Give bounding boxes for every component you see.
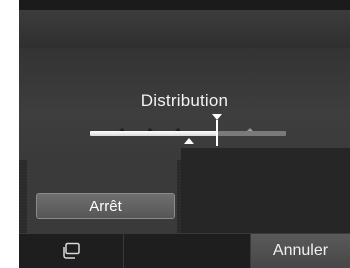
cancel-softkey[interactable]: Annuler (251, 234, 350, 268)
setting-title: Distribution (140, 91, 229, 110)
right-panel (181, 148, 350, 233)
slider-track-empty (218, 131, 286, 136)
off-button[interactable]: Arrêt (36, 193, 175, 219)
slider-tick (147, 128, 153, 131)
slider-handle[interactable] (216, 120, 218, 146)
slider-default-marker (184, 138, 194, 144)
distribution-slider[interactable] (90, 112, 286, 148)
softkey-bar: Annuler (19, 233, 350, 268)
softkey-left[interactable] (19, 234, 124, 268)
device-screen: Distribution Arrêt Annuler (19, 0, 350, 268)
top-band (19, 0, 350, 10)
header-band (19, 10, 350, 49)
slider-tick (247, 128, 253, 131)
slider-tick (119, 128, 125, 131)
slider-track-filled (90, 131, 218, 136)
softkey-middle[interactable] (124, 234, 251, 268)
copy-icon (63, 242, 80, 259)
slider-tick (175, 128, 181, 131)
